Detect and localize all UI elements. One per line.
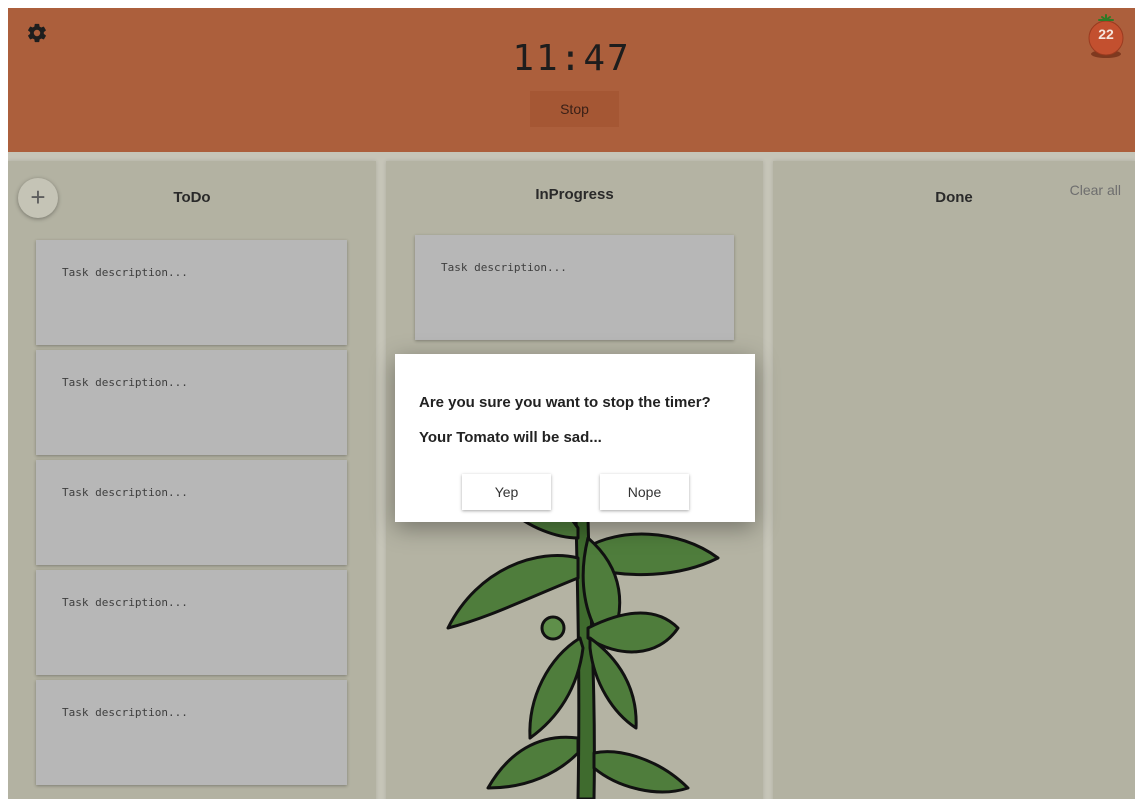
dialog-subtext: Your Tomato will be sad... (419, 429, 602, 446)
stop-confirm-dialog: Are you sure you want to stop the timer?… (395, 354, 755, 522)
dialog-question: Are you sure you want to stop the timer? (419, 394, 711, 411)
yep-button[interactable]: Yep (462, 474, 551, 510)
nope-button[interactable]: Nope (600, 474, 689, 510)
app: 11:47 Stop 22 + ToDo InProgress (8, 8, 1135, 799)
